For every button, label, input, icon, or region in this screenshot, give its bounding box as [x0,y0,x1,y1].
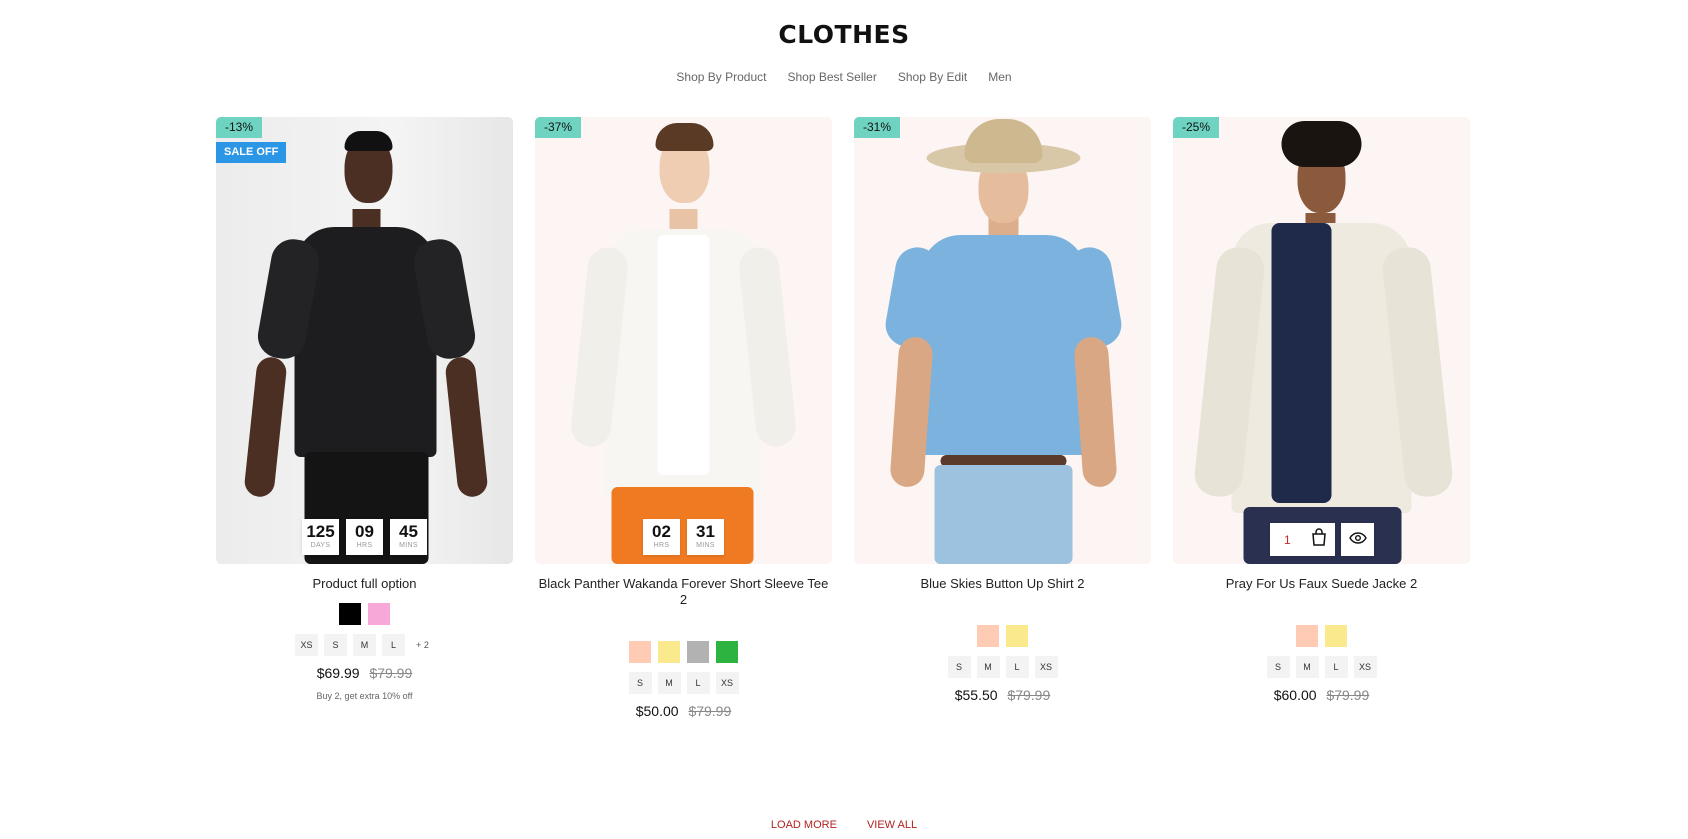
product-photo [535,117,832,564]
product-card: -13% SALE OFF 125 DAYS 09 HRS 45 MINS Produ… [216,117,513,701]
size-options: S M L XS [854,656,1151,678]
quick-view-button[interactable] [1341,523,1374,556]
compare-price: $79.99 [369,665,413,681]
size-option[interactable]: XS [715,672,739,694]
product-card: -37% 02 HRS 31 MINS Black Panther Wakanda … [535,117,832,719]
compare-price: $79.99 [1007,687,1051,703]
sale-price: $69.99 [316,665,360,681]
price-row: $69.99 $79.99 [216,665,513,681]
countdown-hours: 09 HRS [346,519,383,555]
view-all-link[interactable]: VIEW ALL [867,819,917,831]
price-row: $50.00 $79.99 [535,703,832,719]
color-swatch-yellow[interactable] [1006,625,1028,647]
product-image[interactable]: -31% [854,117,1151,564]
price-row: $55.50 $79.99 [854,687,1151,703]
discount-badge: -31% [854,117,901,138]
size-option[interactable]: M [1295,656,1319,678]
product-image[interactable]: -37% 02 HRS 31 MINS [535,117,832,564]
product-card: -25% 1 Pray For Us Faux Suede Jacke 2 S … [1173,117,1470,703]
countdown-timer: 02 HRS 31 MINS [535,519,832,555]
tab-shop-best-seller[interactable]: Shop Best Seller [787,70,876,84]
color-swatch-yellow[interactable] [658,641,680,663]
more-sizes-link[interactable]: + 2 [411,634,434,656]
product-name[interactable]: Product full option [216,576,513,592]
color-swatches [216,603,513,625]
color-swatches [1173,625,1470,647]
size-options: S M L XS [1173,656,1470,678]
footer-links: LOAD MORE VIEW ALL [0,819,1688,831]
product-name[interactable]: Black Panther Wakanda Forever Short Slee… [535,576,832,608]
color-swatch-pink[interactable] [368,603,390,625]
color-swatch-peach[interactable] [629,641,651,663]
discount-badge: -13% [216,117,263,138]
color-swatch-grey[interactable] [687,641,709,663]
countdown-timer: 125 DAYS 09 HRS 45 MINS [216,519,513,555]
sale-price: $55.50 [954,687,998,703]
size-option[interactable]: S [628,672,652,694]
product-image[interactable]: -13% SALE OFF 125 DAYS 09 HRS 45 MINS [216,117,513,564]
eye-icon [1348,531,1367,549]
countdown-minutes: 45 MINS [390,519,427,555]
discount-badge: -25% [1173,117,1220,138]
size-option[interactable]: XS [1034,656,1058,678]
size-option[interactable]: M [353,634,376,656]
quantity-input[interactable]: 1 [1284,533,1291,547]
countdown-minutes: 31 MINS [687,519,724,555]
size-option[interactable]: S [947,656,971,678]
size-option[interactable]: M [976,656,1000,678]
size-option[interactable]: L [1324,656,1348,678]
tab-shop-by-product[interactable]: Shop By Product [676,70,766,84]
product-photo [216,117,513,564]
size-option[interactable]: M [657,672,681,694]
compare-price: $79.99 [1326,687,1370,703]
color-swatch-peach[interactable] [1296,625,1318,647]
quantity-add-to-cart[interactable]: 1 [1270,523,1335,556]
size-options: XS S M L + 2 [216,634,513,656]
category-tabs: Shop By Product Shop Best Seller Shop By… [0,70,1688,84]
shopping-bag-icon[interactable] [1311,528,1327,551]
discount-badge: -37% [535,117,582,138]
product-name[interactable]: Pray For Us Faux Suede Jacke 2 [1173,576,1470,592]
color-swatches [535,641,832,663]
color-swatch-yellow[interactable] [1325,625,1347,647]
color-swatch-peach[interactable] [977,625,999,647]
section-title: CLOTHES [778,20,910,49]
size-option[interactable]: S [1266,656,1290,678]
size-option[interactable]: L [1005,656,1029,678]
color-swatch-green[interactable] [716,641,738,663]
tab-men[interactable]: Men [988,70,1011,84]
load-more-link[interactable]: LOAD MORE [771,819,837,831]
product-image[interactable]: -25% 1 [1173,117,1470,564]
size-option[interactable]: XS [295,634,318,656]
product-photo [1173,117,1470,564]
sale-price: $60.00 [1273,687,1317,703]
size-options: S M L XS [535,672,832,694]
product-card: -31% Blue Skies Button Up Shirt 2 S M L … [854,117,1151,703]
color-swatch-black[interactable] [339,603,361,625]
size-option[interactable]: XS [1353,656,1377,678]
sale-off-badge: SALE OFF [216,142,287,163]
countdown-days: 125 DAYS [302,519,339,555]
size-option[interactable]: L [382,634,405,656]
sale-price: $50.00 [635,703,679,719]
size-option[interactable]: S [324,634,347,656]
quick-actions: 1 [1270,523,1374,556]
product-name[interactable]: Blue Skies Button Up Shirt 2 [854,576,1151,592]
promo-text: Buy 2, get extra 10% off [316,691,413,701]
countdown-hours: 02 HRS [643,519,680,555]
product-photo [854,117,1151,564]
price-row: $60.00 $79.99 [1173,687,1470,703]
compare-price: $79.99 [688,703,732,719]
color-swatches [854,625,1151,647]
size-option[interactable]: L [686,672,710,694]
tab-shop-by-edit[interactable]: Shop By Edit [898,70,967,84]
